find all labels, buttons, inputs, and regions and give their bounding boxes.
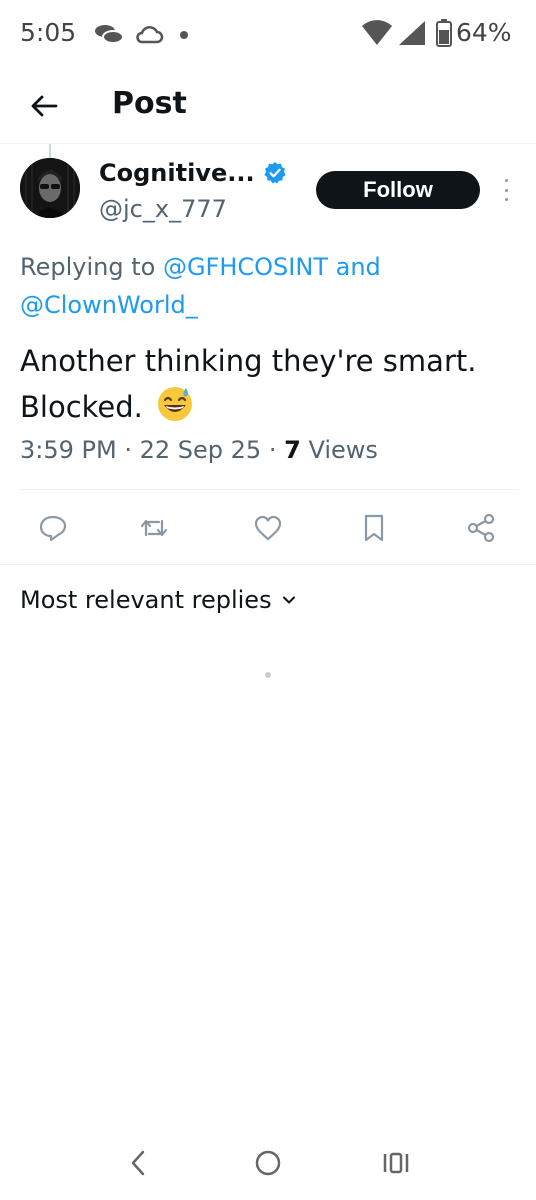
views-label[interactable]: Views xyxy=(308,436,377,464)
post-date: 22 Sep 25 xyxy=(139,436,262,464)
wifi-icon xyxy=(362,20,392,50)
page-title: Post xyxy=(112,86,187,121)
thread-connector-line xyxy=(49,144,51,158)
replies-sort-label: Most relevant replies xyxy=(20,586,272,614)
share-button[interactable] xyxy=(465,512,497,544)
like-button[interactable] xyxy=(252,512,284,544)
author-handle[interactable]: @jc_x_777 xyxy=(99,195,227,223)
post-text: Another thinking they're smart. Blocked. xyxy=(20,338,520,430)
post-time: 3:59 PM xyxy=(20,436,117,464)
author-name[interactable]: Cognitive... xyxy=(99,159,255,187)
chevron-down-icon xyxy=(282,596,295,604)
follow-button[interactable]: Follow xyxy=(316,171,480,209)
signal-icon xyxy=(398,20,426,50)
cloud-icon xyxy=(134,22,164,50)
battery-icon xyxy=(436,19,452,51)
notification-dot-icon xyxy=(180,31,188,39)
top-app-bar: Post xyxy=(0,70,536,144)
bookmark-button[interactable] xyxy=(358,512,390,544)
loading-indicator xyxy=(265,672,271,678)
back-button[interactable] xyxy=(24,86,64,126)
more-options-button[interactable] xyxy=(496,176,516,204)
battery-percent: 64% xyxy=(456,18,512,47)
bookmark-icon xyxy=(364,514,384,542)
recents-icon xyxy=(383,1152,409,1174)
verified-badge-icon xyxy=(263,162,286,184)
more-vertical-icon-dot xyxy=(504,179,508,182)
replying-prefix: Replying to xyxy=(20,253,156,281)
status-time: 5:05 xyxy=(20,18,77,47)
post-meta: 3:59 PM · 22 Sep 25 · 7 Views xyxy=(20,436,378,464)
mention-link[interactable]: @ClownWorld_ xyxy=(20,291,198,319)
nav-recents-button[interactable] xyxy=(378,1148,414,1178)
replying-to: Replying to @GFHCOSINT and @ClownWorld_ xyxy=(20,248,520,324)
repost-button[interactable] xyxy=(138,512,170,544)
heart-icon xyxy=(254,515,282,541)
meta-separator: · xyxy=(124,436,140,464)
divider xyxy=(0,564,536,565)
avatar-image xyxy=(20,158,80,218)
divider xyxy=(20,489,518,490)
repost-icon xyxy=(140,519,168,537)
circle-home-icon xyxy=(255,1150,281,1176)
chevron-left-icon xyxy=(131,1150,145,1176)
nav-home-button[interactable] xyxy=(250,1148,286,1178)
share-icon xyxy=(467,513,495,543)
views-count[interactable]: 7 xyxy=(284,436,301,464)
replying-and: and xyxy=(335,253,381,281)
author-name-row[interactable]: Cognitive... xyxy=(99,156,287,190)
nav-back-button[interactable] xyxy=(120,1148,156,1178)
reply-icon xyxy=(39,515,67,542)
replies-sort-dropdown[interactable]: Most relevant replies xyxy=(20,586,296,614)
chat-bubbles-icon xyxy=(94,22,124,50)
mention-link[interactable]: @GFHCOSINT xyxy=(163,253,328,281)
reply-button[interactable] xyxy=(37,512,69,544)
arrow-left-icon xyxy=(31,95,58,117)
meta-separator: · xyxy=(268,436,285,464)
post-text-content: Another thinking they're smart. Blocked. xyxy=(20,344,477,424)
more-vertical-icon-dot xyxy=(504,198,508,201)
status-bar: 5:05 64% xyxy=(0,0,536,70)
avatar[interactable] xyxy=(20,158,80,218)
grinning-sweat-emoji-icon xyxy=(158,387,193,421)
more-vertical-icon-dot xyxy=(504,188,508,192)
